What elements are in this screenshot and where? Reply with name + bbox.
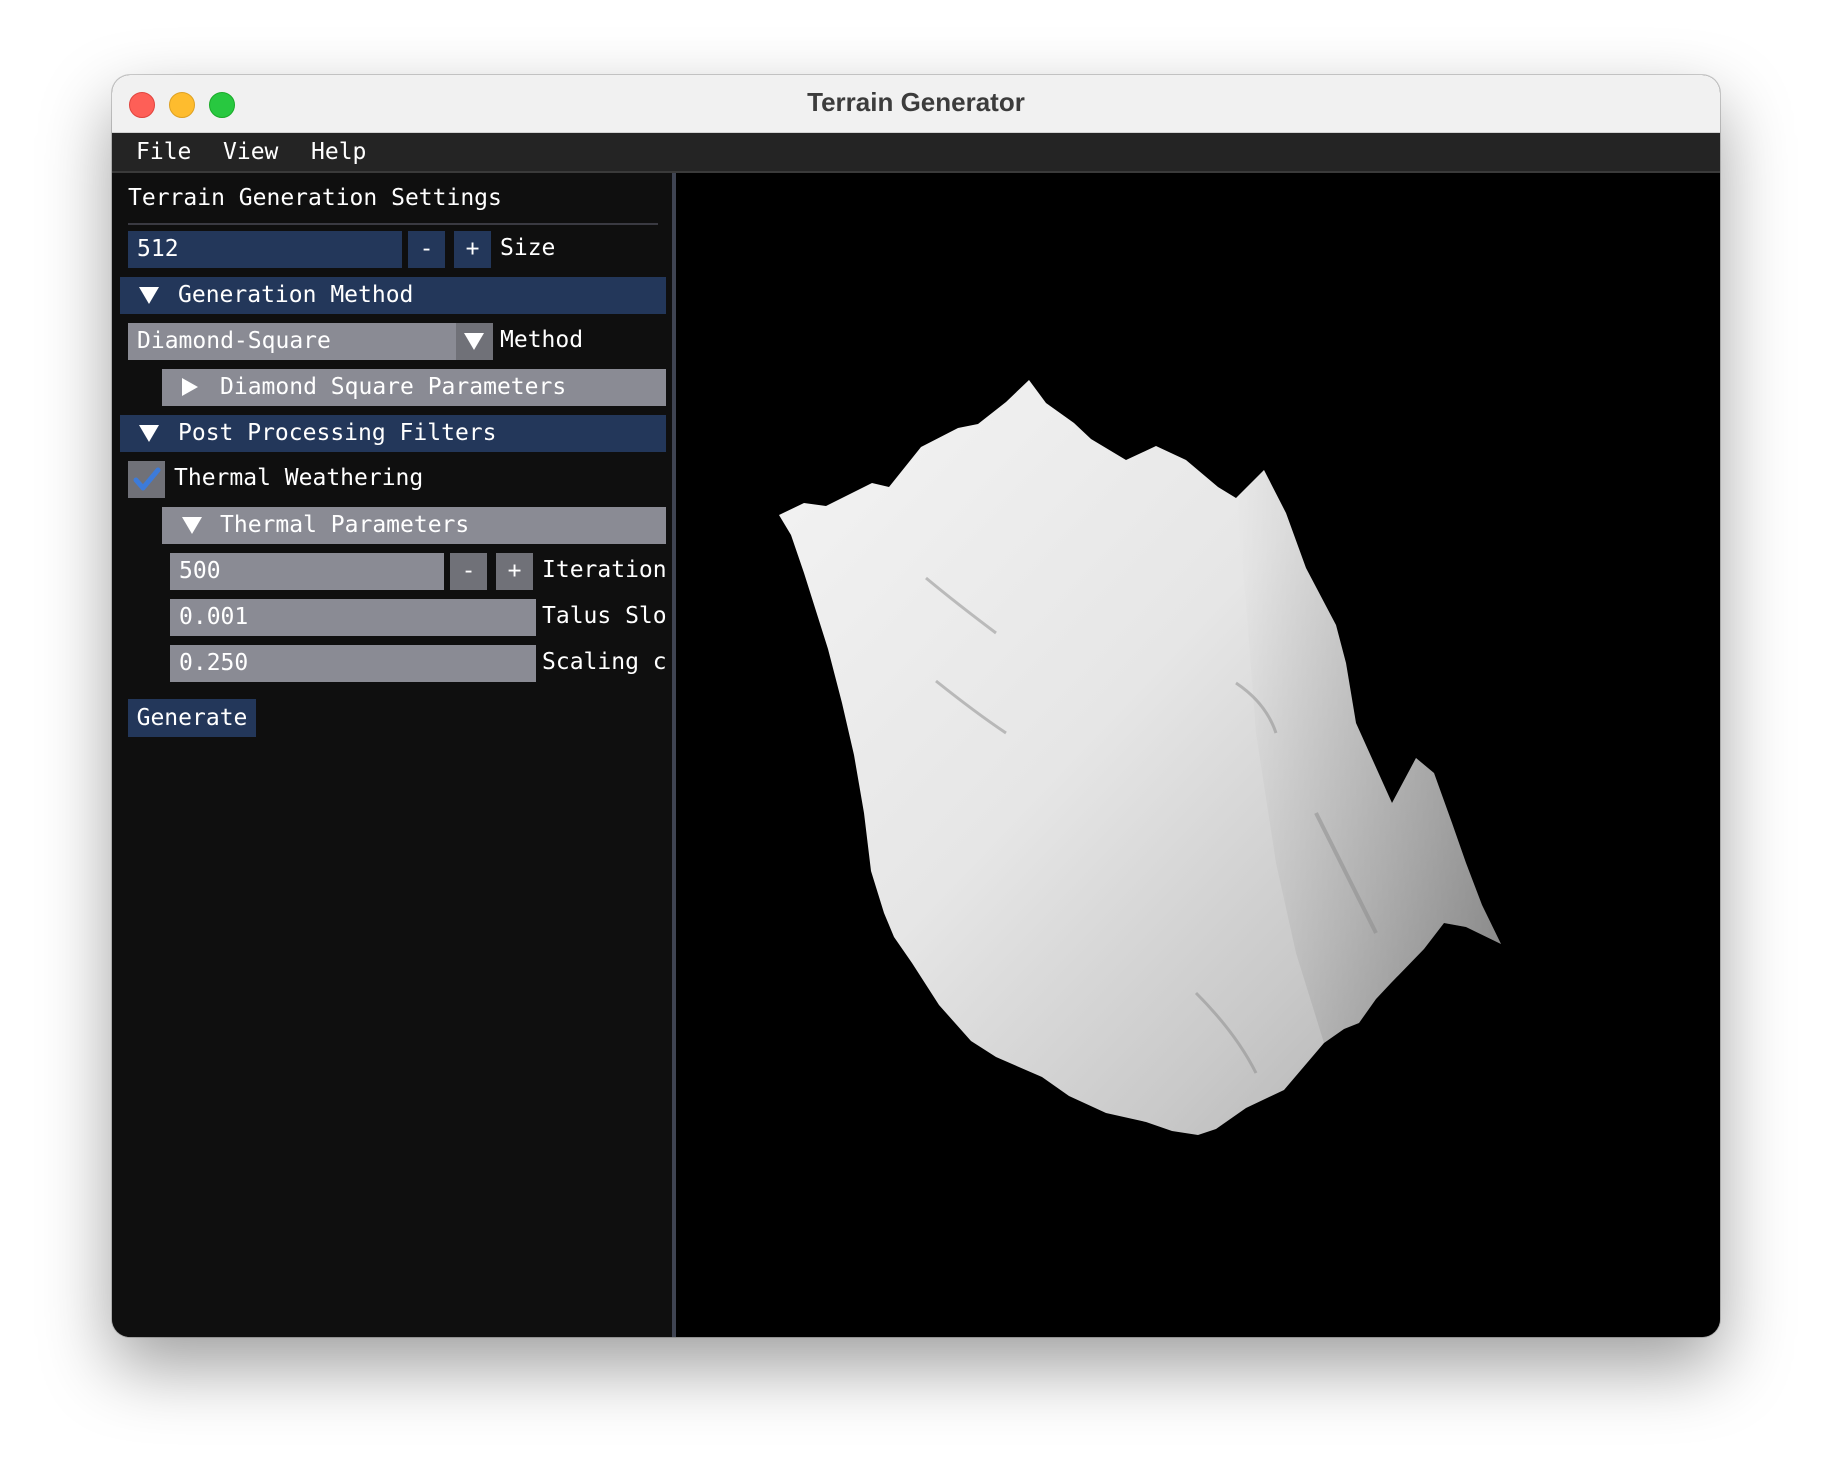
generation-method-header-label: Generation Method (178, 282, 414, 308)
thermal-parameters-label: Thermal Parameters (220, 512, 470, 538)
triangle-down-icon (139, 287, 159, 304)
menu-help[interactable]: Help (311, 139, 366, 165)
size-input[interactable]: 512 (128, 231, 402, 268)
check-icon (133, 467, 161, 491)
terrain-viewport[interactable] (676, 173, 1720, 1337)
iterations-decrement-button[interactable]: - (450, 553, 487, 590)
window-title: Terrain Generator (807, 87, 1025, 117)
talus-slope-label: Talus Slo (542, 603, 667, 629)
size-decrement-button[interactable]: - (408, 231, 445, 268)
diamond-square-parameters-header[interactable]: Diamond Square Parameters (162, 369, 666, 406)
settings-panel: Terrain Generation Settings 512 - + Size… (112, 173, 672, 1337)
post-processing-filters-label: Post Processing Filters (178, 420, 497, 446)
generation-method-header[interactable]: Generation Method (120, 277, 666, 314)
thermal-parameters-header[interactable]: Thermal Parameters (162, 507, 666, 544)
title-separator (128, 223, 658, 225)
diamond-square-parameters-label: Diamond Square Parameters (220, 374, 567, 400)
menu-file[interactable]: File (136, 139, 191, 165)
terrain-mesh (779, 380, 1501, 1135)
title-bar[interactable]: Terrain Generator (112, 75, 1720, 133)
method-combo-arrow-button[interactable] (456, 323, 493, 360)
iterations-label: Iteration (542, 557, 667, 583)
post-processing-filters-header[interactable]: Post Processing Filters (120, 415, 666, 452)
size-label: Size (500, 235, 556, 261)
thermal-weathering-label: Thermal Weathering (174, 465, 424, 491)
method-combo[interactable]: Diamond-Square (128, 323, 456, 360)
scaling-input[interactable]: 0.250 (170, 645, 536, 682)
method-label: Method (500, 327, 584, 353)
triangle-right-icon (182, 378, 198, 396)
scaling-label: Scaling c (542, 649, 667, 675)
chevron-down-icon (464, 333, 484, 350)
triangle-down-icon (139, 425, 159, 442)
panel-title: Terrain Generation Settings (128, 185, 502, 211)
app-window: Terrain Generator File View Help Terrain… (112, 75, 1720, 1337)
menu-bar: File View Help (112, 133, 1720, 173)
talus-slope-input[interactable]: 0.001 (170, 599, 536, 636)
thermal-weathering-checkbox[interactable] (128, 461, 165, 498)
generate-button[interactable]: Generate (128, 699, 256, 737)
iterations-increment-button[interactable]: + (496, 553, 533, 590)
size-increment-button[interactable]: + (454, 231, 491, 268)
iterations-input[interactable]: 500 (170, 553, 444, 590)
triangle-down-icon (182, 517, 202, 534)
menu-view[interactable]: View (223, 139, 278, 165)
